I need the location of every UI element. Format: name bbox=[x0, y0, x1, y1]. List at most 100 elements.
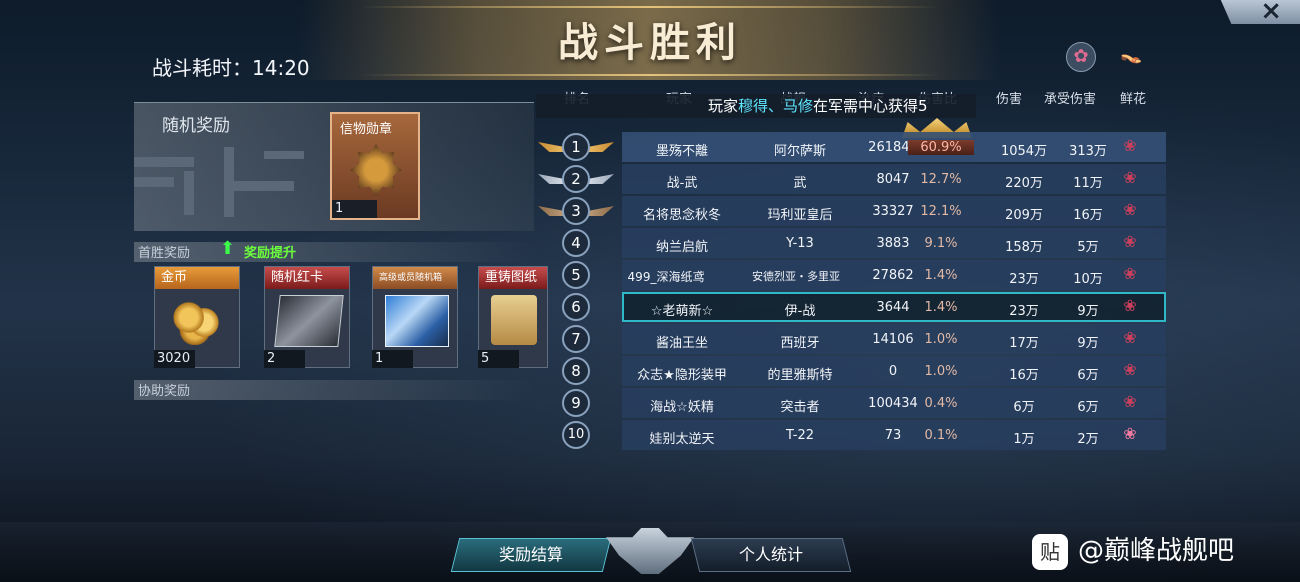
card-icon bbox=[274, 295, 344, 347]
medal-count: 1 bbox=[332, 200, 377, 218]
tab-label: 个人统计 bbox=[738, 545, 803, 564]
reward-card-box[interactable]: 高级或员随机箱 1 bbox=[372, 266, 458, 368]
ship-name: 的里雅斯特 bbox=[767, 368, 833, 383]
col-flower: 鲜花 bbox=[1120, 92, 1147, 107]
reward-card-gold[interactable]: 金币 3020 bbox=[154, 266, 240, 368]
ship-name: 玛利亚皇后 bbox=[767, 208, 833, 223]
table-row[interactable]: 8 众志★隐形装甲 的里雅斯特 0 1.0% 16万 6万 ❀ bbox=[536, 356, 1166, 386]
rose-icon[interactable]: ❀ bbox=[1118, 360, 1142, 379]
rank-badge: 7 bbox=[562, 325, 590, 353]
reward-card-red-card[interactable]: 随机红卡 2 bbox=[264, 266, 350, 368]
rose-icon[interactable]: ❀ bbox=[1118, 392, 1142, 411]
slipper-icon[interactable]: 👡 bbox=[1120, 44, 1142, 65]
first-win-label: 首胜奖励 bbox=[138, 246, 191, 261]
table-row[interactable]: 9 海战☆妖精 突击者 100434 0.4% 6万 6万 ❀ bbox=[536, 388, 1166, 418]
rank-badge: 1 bbox=[562, 133, 590, 161]
watermark: 贴 @巅峰战舰吧 bbox=[1032, 530, 1234, 570]
damage-ratio: 1.0% bbox=[924, 332, 958, 347]
rose-icon[interactable]: ❀ bbox=[1118, 328, 1142, 347]
notice-prefix: 玩家 bbox=[708, 97, 739, 115]
damage-value: 23万 bbox=[1009, 304, 1039, 319]
rank-badge: 10 bbox=[562, 421, 590, 449]
rose-icon[interactable]: ❀ bbox=[1118, 232, 1142, 251]
player-name: 众志★隐形装甲 bbox=[637, 368, 727, 383]
rose-icon[interactable]: ❀ bbox=[1118, 200, 1142, 219]
damage-ratio: 1.4% bbox=[924, 300, 958, 315]
box-icon bbox=[385, 295, 449, 347]
table-row[interactable]: 10 娃别太逆天 T-22 73 0.1% 1万 2万 ❀ bbox=[536, 420, 1166, 450]
taken-value: 16万 bbox=[1073, 208, 1103, 223]
damage-ratio: 60.9% bbox=[908, 140, 974, 155]
damage-value: 16万 bbox=[1009, 368, 1039, 383]
rose-icon[interactable]: ❀ bbox=[1118, 424, 1142, 443]
blueprint-icon bbox=[491, 295, 537, 345]
tieba-logo-icon: 贴 bbox=[1032, 533, 1068, 570]
title-banner: 战斗胜利 bbox=[300, 0, 1000, 80]
notice-names: 穆得、马修 bbox=[738, 97, 814, 115]
table-row[interactable]: 7 酱油王坐 西班牙 14106 1.0% 17万 9万 ❀ bbox=[536, 324, 1166, 354]
rank-badge: 9 bbox=[562, 389, 590, 417]
ship-name: T-22 bbox=[786, 428, 814, 443]
coins-icon bbox=[167, 295, 229, 345]
notice-banner: 玩家穆得、马修在军需中心获得5 bbox=[536, 94, 976, 118]
rose-icon[interactable]: ✿ bbox=[1066, 42, 1096, 72]
rank-badge: 6 bbox=[562, 293, 590, 321]
damage-value: 1054万 bbox=[1000, 144, 1048, 159]
rose-icon[interactable]: ❀ bbox=[1118, 168, 1142, 187]
card-title: 金币 bbox=[155, 267, 239, 289]
player-name: 战-武 bbox=[666, 176, 698, 191]
card-count: 5 bbox=[478, 350, 519, 368]
card-title: 随机红卡 bbox=[265, 267, 349, 289]
rank-badge: 3 bbox=[562, 197, 590, 225]
table-row[interactable]: 5 499_深海纸鸢 安德烈亚・多里亚 27862 1.4% 23万 10万 ❀ bbox=[536, 260, 1166, 290]
assist-bar: 协助奖励 bbox=[134, 380, 534, 400]
damage-ratio: 1.0% bbox=[924, 364, 958, 379]
close-button[interactable]: × bbox=[1220, 0, 1300, 24]
rank-badge: 2 bbox=[562, 165, 590, 193]
deco-graphic bbox=[134, 141, 314, 221]
rose-icon[interactable]: ❀ bbox=[1118, 264, 1142, 283]
medal-reward-card[interactable]: 信物勋章 1 bbox=[330, 112, 420, 220]
damage-value: 17万 bbox=[1009, 336, 1039, 351]
ship-name: 阿尔萨斯 bbox=[773, 144, 826, 159]
taken-value: 10万 bbox=[1073, 272, 1103, 287]
player-name: 娃别太逆天 bbox=[649, 432, 715, 447]
player-name: ☆老萌新☆ bbox=[650, 304, 714, 319]
tab-personal-stats[interactable]: 个人统计 bbox=[690, 538, 852, 572]
col-taken: 承受伤害 bbox=[1044, 92, 1097, 107]
player-name: 499_深海纸鸢 bbox=[627, 270, 705, 284]
table-row[interactable]: 3 名将思念秋冬 玛利亚皇后 33327 12.1% 209万 16万 ❀ bbox=[536, 196, 1166, 226]
table-row[interactable]: 4 纳兰启航 Y-13 3883 9.1% 158万 5万 ❀ bbox=[536, 228, 1166, 258]
battle-time-value: 14:20 bbox=[252, 56, 310, 80]
rank-badge: 5 bbox=[562, 261, 590, 289]
medal-icon bbox=[350, 144, 402, 196]
rank-badge: 4 bbox=[562, 229, 590, 257]
ship-name: 武 bbox=[793, 176, 807, 191]
damage-ratio: 12.7% bbox=[920, 172, 962, 187]
damage-ratio: 9.1% bbox=[924, 236, 958, 251]
assist-label: 协助奖励 bbox=[138, 384, 191, 399]
damage-value: 158万 bbox=[1005, 240, 1043, 255]
rose-icon[interactable]: ❀ bbox=[1118, 296, 1142, 315]
table-row-self[interactable]: 6 ☆老萌新☆ 伊-战 3644 1.4% 23万 9万 ❀ bbox=[536, 292, 1166, 322]
ship-name: 安德烈亚・多里亚 bbox=[752, 270, 840, 283]
damage-value: 23万 bbox=[1009, 272, 1039, 287]
damage-value: 6万 bbox=[1013, 400, 1035, 415]
rose-icon[interactable]: ❀ bbox=[1118, 136, 1142, 155]
table-row[interactable]: 1 墨殇不離 阿尔萨斯 261841 60.9% 1054万 313万 ❀ bbox=[536, 132, 1166, 162]
player-name: 名将思念秋冬 bbox=[642, 208, 721, 223]
page-title: 战斗胜利 bbox=[558, 19, 742, 66]
taken-value: 2万 bbox=[1077, 432, 1099, 447]
taken-value: 9万 bbox=[1077, 336, 1099, 351]
random-reward-label: 随机奖励 bbox=[162, 116, 230, 136]
player-name: 墨殇不離 bbox=[655, 144, 708, 159]
player-name: 酱油王坐 bbox=[655, 336, 708, 351]
notice-suffix: 在军需中心获得5 bbox=[813, 97, 928, 115]
battle-time-label: 战斗耗时： bbox=[152, 56, 252, 80]
boost-label: 奖励提升 bbox=[244, 246, 297, 261]
damage-ratio: 1.4% bbox=[924, 268, 958, 283]
first-win-bar: 首胜奖励 ⬆ 奖励提升 bbox=[134, 238, 534, 262]
tab-reward-settlement[interactable]: 奖励结算 bbox=[450, 538, 612, 572]
card-count: 2 bbox=[264, 350, 305, 368]
table-row[interactable]: 2 战-武 武 8047 12.7% 220万 11万 ❀ bbox=[536, 164, 1166, 194]
